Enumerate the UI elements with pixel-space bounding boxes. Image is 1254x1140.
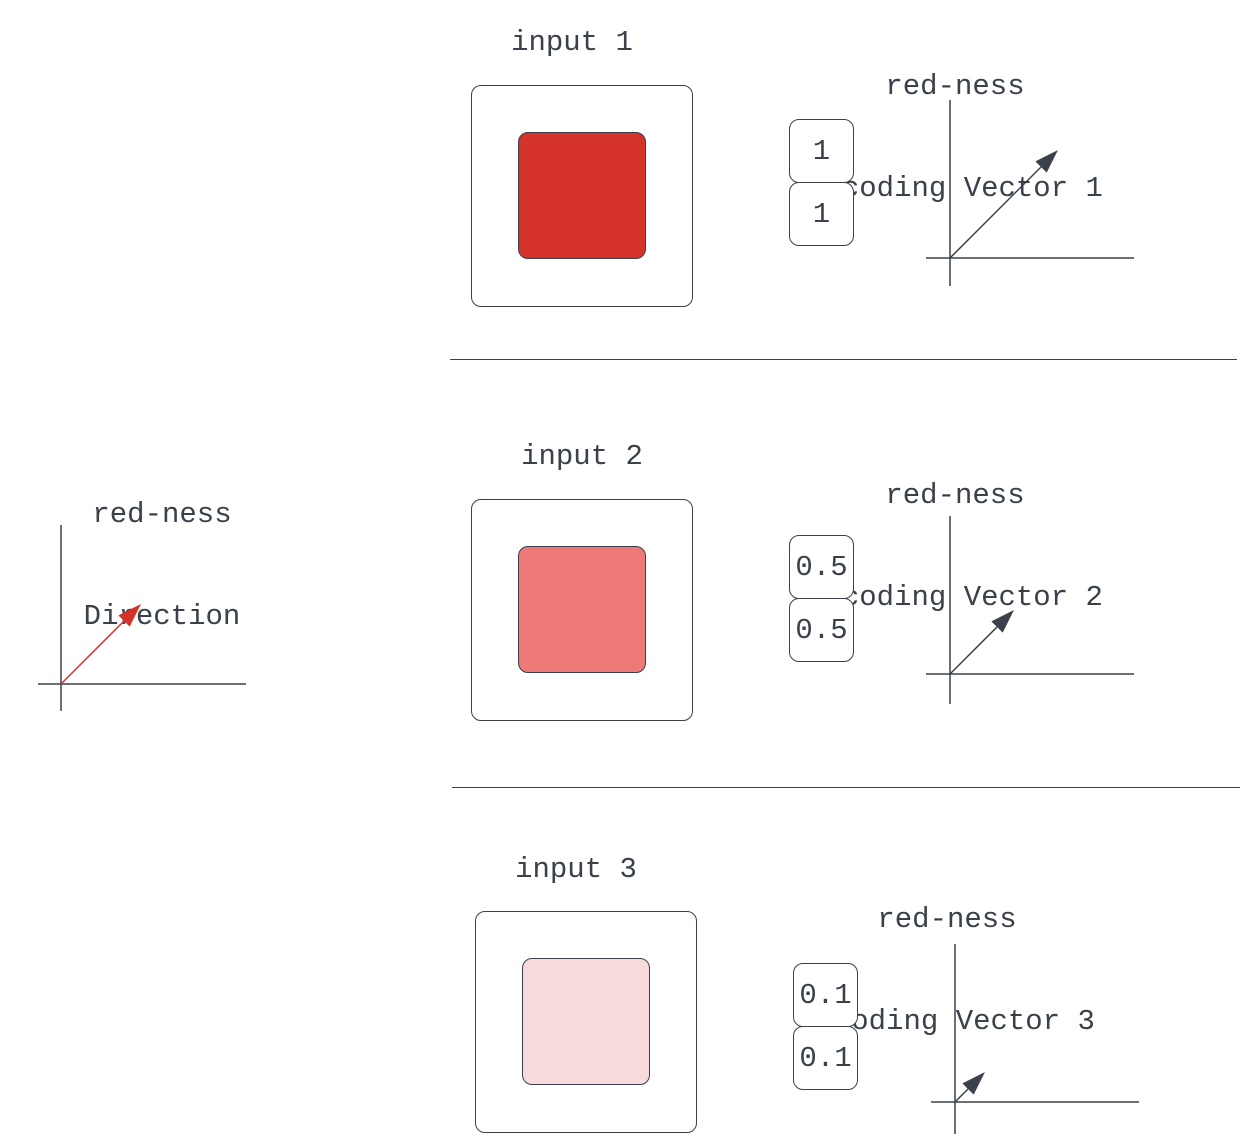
- vector-2-arrow-shaft: [949, 626, 998, 675]
- vector-plot-2: [926, 516, 1134, 704]
- vector-3-value-1: 0.1: [793, 963, 858, 1027]
- input-label-2: input 2: [521, 440, 643, 473]
- encoding-title-3-line1: red-ness: [877, 903, 1017, 936]
- vector-plot-1: [926, 100, 1134, 286]
- input-label-3: input 3: [515, 853, 637, 886]
- vector-plot-3: [931, 944, 1139, 1134]
- direction-plot: [38, 525, 246, 711]
- input-label-1: input 1: [511, 26, 633, 59]
- color-swatch-3: [522, 958, 650, 1085]
- encoding-title-1-line1: red-ness: [885, 70, 1025, 103]
- encoding-title-2-line1: red-ness: [885, 479, 1025, 512]
- vector-3-value-2: 0.1: [793, 1026, 858, 1090]
- color-swatch-2: [518, 546, 646, 673]
- vector-1-value-2: 1: [789, 182, 854, 246]
- color-swatch-1: [518, 132, 646, 259]
- direction-arrow-shaft: [60, 620, 125, 685]
- vector-1-arrow-shaft: [949, 166, 1042, 259]
- row-divider-2: [452, 787, 1240, 788]
- vector-1-value-1: 1: [789, 119, 854, 183]
- vector-3-arrow-shaft: [954, 1088, 969, 1103]
- vector-2-value-2: 0.5: [789, 598, 854, 662]
- row-divider-1: [450, 359, 1237, 360]
- vector-2-value-1: 0.5: [789, 535, 854, 599]
